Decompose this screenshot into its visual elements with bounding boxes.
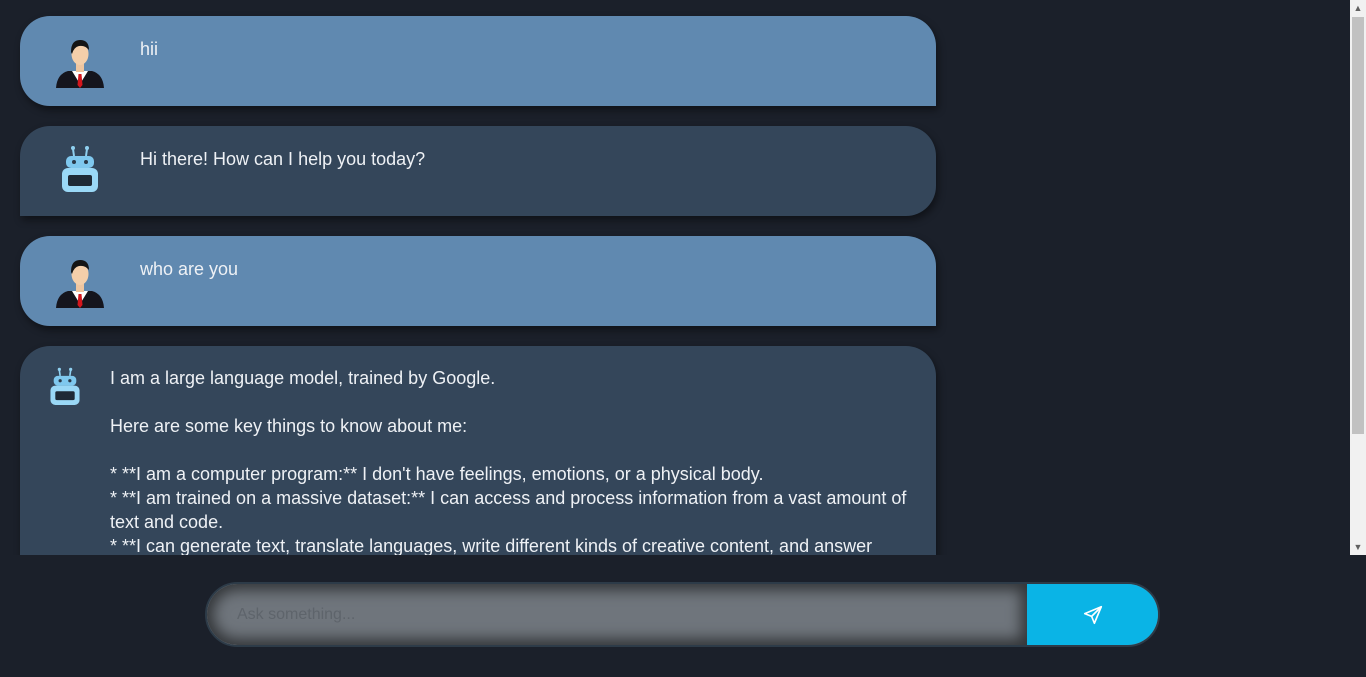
message-paragraph: Here are some key things to know about m…	[110, 416, 468, 436]
user-message: hii	[20, 16, 936, 106]
robot-avatar-icon	[62, 146, 98, 192]
paper-plane-icon	[1083, 605, 1102, 624]
chat-history[interactable]: hii Hi there! How can I help you today? …	[0, 0, 1350, 555]
user-message: who are you	[20, 236, 936, 326]
message-text: Hi there! How can I help you today?	[140, 149, 426, 169]
chat-scrollbar[interactable]: ▲ ▼	[1350, 0, 1366, 555]
message-text: hii	[140, 39, 159, 59]
scroll-up-arrow-icon[interactable]: ▲	[1350, 0, 1366, 16]
message-composer	[205, 582, 1160, 647]
message-bullet: * **I am trained on a massive dataset:**…	[110, 488, 907, 532]
user-avatar-icon	[56, 260, 104, 308]
scroll-down-arrow-icon[interactable]: ▼	[1350, 539, 1366, 555]
scrollbar-thumb[interactable]	[1352, 17, 1364, 434]
message-text: I am a large language model, trained by …	[110, 366, 910, 555]
message-bullet: * **I can generate text, translate langu…	[110, 536, 873, 555]
robot-avatar-icon	[50, 367, 80, 405]
message-input[interactable]	[207, 584, 1027, 645]
bot-message: I am a large language model, trained by …	[20, 346, 936, 555]
send-button[interactable]	[1027, 584, 1158, 645]
message-text: who are you	[140, 259, 239, 279]
bot-message: Hi there! How can I help you today?	[20, 126, 936, 216]
message-bullet-list: * **I am a computer program:** I don't h…	[110, 462, 910, 555]
user-avatar-icon	[56, 40, 104, 88]
message-bullet: * **I am a computer program:** I don't h…	[110, 464, 764, 484]
message-paragraph: I am a large language model, trained by …	[110, 368, 496, 388]
